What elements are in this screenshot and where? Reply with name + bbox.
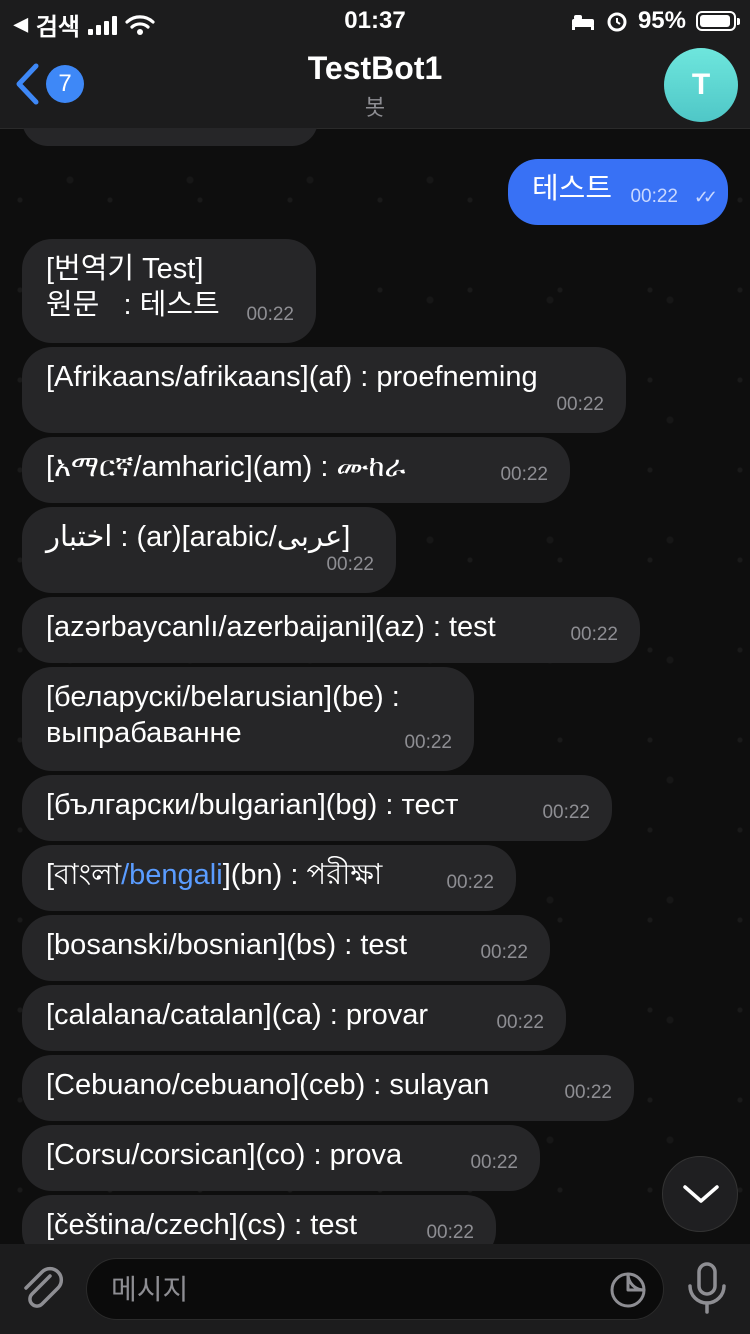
status-bar: ◀ 검색 01:37 95% <box>0 0 750 41</box>
message-time: 00:22 <box>570 624 618 645</box>
chat-title[interactable]: TestBot1 <box>0 50 750 87</box>
message-text: [čeština/czech](cs) : test <box>46 1209 358 1241</box>
message-text-part: ](bn) : পরীক্ষা <box>222 859 383 891</box>
attach-button[interactable] <box>20 1264 66 1319</box>
battery-percent: 95% <box>637 7 686 34</box>
message-text-part: [বাংলা <box>46 859 122 891</box>
message-time: 00:22 <box>426 1222 474 1243</box>
message-bubble[interactable]: [български/bulgarian](bg) : тест 00:22 <box>22 775 612 841</box>
message-bubble[interactable]: [বাংলা/bengali](bn) : পরীক্ষা 00:22 <box>22 845 516 911</box>
message-time: 00:22 <box>542 802 590 823</box>
message-bubble[interactable]: [беларускі/belarusian](be) : выпрабаванн… <box>22 667 474 771</box>
message-bubble[interactable]: [አማርኛ/amharic](am) : ሙከራ 00:22 <box>22 437 570 503</box>
message-text: [বাংলা/bengali](bn) : পরীক্ষা <box>46 859 382 891</box>
battery-icon <box>696 11 740 31</box>
microphone-icon <box>688 1262 726 1314</box>
message-bubble-outgoing[interactable]: 테스트 00:22 ✓✓ <box>508 159 728 225</box>
message-bubble[interactable]: [calalana/catalan](ca) : provar 00:22 <box>22 985 566 1051</box>
alarm-clock-icon <box>607 12 627 32</box>
sticker-button[interactable] <box>609 1271 647 1314</box>
message-time: 00:22 <box>246 304 294 325</box>
message-field[interactable] <box>86 1258 664 1320</box>
message-bubble[interactable]: [čeština/czech](cs) : test 00:22 <box>22 1195 496 1244</box>
voice-message-button[interactable] <box>686 1262 728 1321</box>
chat-header: 7 TestBot1 봇 T <box>0 40 750 129</box>
message-time: 00:22 <box>446 872 494 893</box>
paperclip-icon <box>24 1266 64 1308</box>
message-time: 00:22 <box>496 1012 544 1033</box>
previous-message-bubble[interactable] <box>22 128 318 146</box>
message-text: [български/bulgarian](bg) : тест <box>46 789 459 821</box>
chat-subtitle: 봇 <box>364 95 386 120</box>
message-link[interactable]: /bengali <box>121 859 223 891</box>
message-text: [번역기 Test] 원문 : 테스트 <box>46 253 220 321</box>
message-text: [azərbaycanlı/azerbaijani](az) : test <box>46 611 496 643</box>
sticker-icon <box>610 1272 646 1308</box>
message-text: 테스트 <box>532 173 613 205</box>
message-bubble[interactable]: [Corsu/corsican](co) : prova 00:22 <box>22 1125 540 1191</box>
message-input[interactable] <box>109 1269 593 1311</box>
message-time: 00:22 <box>404 732 452 753</box>
message-time: 00:22 <box>470 1152 518 1173</box>
message-text: [Afrikaans/afrikaans](af) : proefneming <box>46 361 538 393</box>
chevron-down-icon <box>683 1185 719 1203</box>
scroll-to-bottom-button[interactable] <box>662 1156 738 1232</box>
message-time: 00:22 <box>480 942 528 963</box>
sleep-bed-icon <box>571 15 594 30</box>
message-text: [Corsu/corsican](co) : prova <box>46 1139 403 1171</box>
message-text: [አማርኛ/amharic](am) : ሙከራ <box>46 451 406 483</box>
message-time: 00:22 <box>500 464 548 485</box>
message-time: 00:22 <box>564 1082 612 1103</box>
message-text: [عربى/arabic](ar) : اختبار <box>46 521 351 553</box>
message-time: 00:22 <box>326 554 374 575</box>
message-bubble[interactable]: [bosanski/bosnian](bs) : test 00:22 <box>22 915 550 981</box>
message-text: [bosanski/bosnian](bs) : test <box>46 929 408 961</box>
message-input-bar <box>0 1244 750 1334</box>
message-list[interactable]: 테스트 00:22 ✓✓ [번역기 Test] 원문 : 테스트 00:22 [… <box>0 128 750 1244</box>
message-bubble[interactable]: [Cebuano/cebuano](ceb) : sulayan 00:22 <box>22 1055 634 1121</box>
double-check-icon: ✓✓ <box>693 187 718 207</box>
message-bubble[interactable]: [azərbaycanlı/azerbaijani](az) : test 00… <box>22 597 640 663</box>
message-bubble[interactable]: [عربى/arabic](ar) : اختبار 00:22 <box>22 507 396 593</box>
message-text: [Cebuano/cebuano](ceb) : sulayan <box>46 1069 490 1101</box>
message-text: [calalana/catalan](ca) : provar <box>46 999 429 1031</box>
message-text: [беларускі/belarusian](be) : выпрабаванн… <box>46 681 400 749</box>
message-bubble[interactable]: [번역기 Test] 원문 : 테스트 00:22 <box>22 239 316 343</box>
message-time: 00:22 <box>630 186 678 207</box>
message-bubble[interactable]: [Afrikaans/afrikaans](af) : proefneming … <box>22 347 626 433</box>
message-time: 00:22 <box>556 394 604 415</box>
avatar[interactable]: T <box>664 48 738 122</box>
